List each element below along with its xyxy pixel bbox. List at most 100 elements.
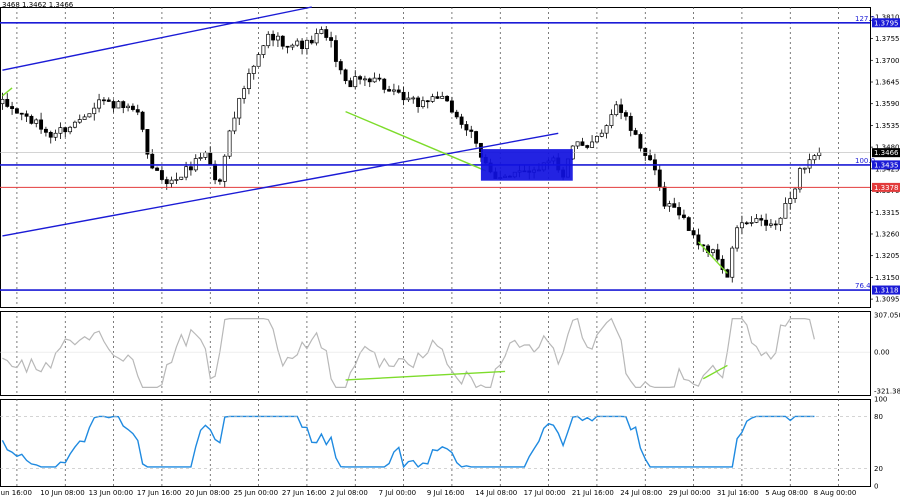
candle-body — [169, 179, 174, 185]
candle-body — [333, 40, 338, 62]
panel-frame-3 — [0, 399, 871, 487]
ohlc-readout: 3468 1.3462 1.3466 — [2, 1, 74, 9]
candle-body — [208, 152, 213, 165]
candle-body — [391, 89, 396, 92]
candle-body — [715, 249, 720, 260]
fib-label: 127.2 — [855, 15, 875, 23]
candle-body — [150, 153, 155, 169]
candle-body — [744, 222, 749, 225]
candle-body — [454, 111, 459, 118]
candle-body — [681, 214, 686, 218]
candle-body — [222, 155, 227, 182]
candle-body — [82, 116, 87, 120]
candle-body — [111, 101, 116, 109]
candle-body — [672, 203, 677, 208]
price-tick-label: 1.3590 — [875, 100, 900, 108]
candle-body — [807, 159, 812, 169]
candle-body — [764, 219, 769, 226]
candle-body — [251, 65, 256, 74]
date-label: 21 Jul 16:00 — [572, 489, 614, 497]
candle-body — [362, 78, 367, 81]
date-label: 10 Jun 08:00 — [40, 489, 84, 497]
candle-body — [628, 115, 633, 131]
candle-body — [580, 141, 585, 146]
candle-body — [19, 112, 24, 115]
candle-body — [324, 29, 329, 38]
candle-body — [435, 96, 440, 99]
price-label: 1.3435 — [874, 161, 899, 169]
date-label: 25 Jun 00:00 — [234, 489, 278, 497]
candle-body — [768, 223, 773, 226]
candle-body — [797, 168, 802, 190]
cci-tick-label: -321.389 — [874, 388, 900, 396]
candle-body — [464, 124, 469, 131]
candle-body — [691, 230, 696, 236]
candle-body — [43, 128, 48, 133]
candle-body — [735, 227, 740, 249]
date-label: 31 Jul 16:00 — [717, 489, 759, 497]
candle-body — [68, 126, 73, 133]
candle-body — [382, 78, 387, 90]
rsi-tick-label: 100 — [874, 396, 887, 404]
candle-body — [217, 179, 222, 182]
date-label: 13 Jun 00:00 — [89, 489, 133, 497]
candle-body — [812, 155, 817, 161]
date-label: 29 Jul 00:00 — [669, 489, 711, 497]
candle-body — [155, 167, 160, 171]
price-tick-label: 1.3315 — [875, 209, 900, 217]
candle-body — [290, 44, 295, 48]
price-label: 1.3795 — [874, 19, 899, 27]
candle-body — [130, 105, 135, 110]
candle-body — [585, 145, 590, 148]
candle-body — [425, 100, 430, 103]
candle-body — [39, 119, 44, 130]
candle-body — [97, 99, 102, 109]
candle-body — [474, 131, 479, 144]
candle-body — [662, 186, 667, 207]
candle-body — [420, 100, 425, 107]
candle-body — [309, 39, 314, 44]
candle-body — [590, 141, 595, 148]
candle-body — [667, 203, 672, 207]
panel-frame-1 — [0, 7, 871, 308]
panel-frame-2 — [0, 311, 871, 396]
candle-body — [159, 170, 164, 180]
price-label: 1.3378 — [874, 184, 899, 192]
candle-body — [802, 167, 807, 170]
date-label: 9 Jul 16:00 — [427, 489, 465, 497]
date-label: 17 Jul 00:00 — [524, 489, 566, 497]
candle-body — [237, 98, 242, 119]
candle-body — [77, 119, 82, 123]
candle-body — [242, 88, 247, 99]
candle-body — [638, 134, 643, 149]
candle-body — [609, 114, 614, 126]
candle-body — [314, 33, 319, 44]
candle-body — [198, 157, 203, 159]
candle-body — [648, 155, 653, 161]
candle-body — [24, 113, 29, 117]
date-label: 24 Jul 08:00 — [620, 489, 662, 497]
date-label: 14 Jul 08:00 — [475, 489, 517, 497]
candle-body — [5, 98, 10, 107]
zone-box — [480, 149, 573, 181]
price-label: 1.3118 — [874, 287, 899, 295]
candle-body — [387, 89, 392, 92]
candle-body — [372, 77, 377, 83]
candle-body — [140, 111, 145, 130]
candle-body — [710, 249, 715, 254]
candle-body — [266, 33, 271, 47]
rsi-tick-label: 0 — [874, 483, 878, 491]
fib-label: 100.0 — [855, 157, 875, 165]
candle-body — [619, 104, 624, 113]
candle-body — [353, 76, 358, 88]
candle-body — [377, 77, 382, 80]
price-label: 1.3466 — [874, 149, 899, 157]
date-label: 20 Jun 08:00 — [185, 489, 229, 497]
candle-body — [300, 40, 305, 49]
candle-body — [14, 108, 19, 114]
candle-body — [411, 97, 416, 100]
candle-body — [285, 45, 290, 48]
price-tick-label: 1.3150 — [875, 274, 900, 282]
candle-body — [87, 113, 92, 118]
candle-body — [319, 29, 324, 34]
